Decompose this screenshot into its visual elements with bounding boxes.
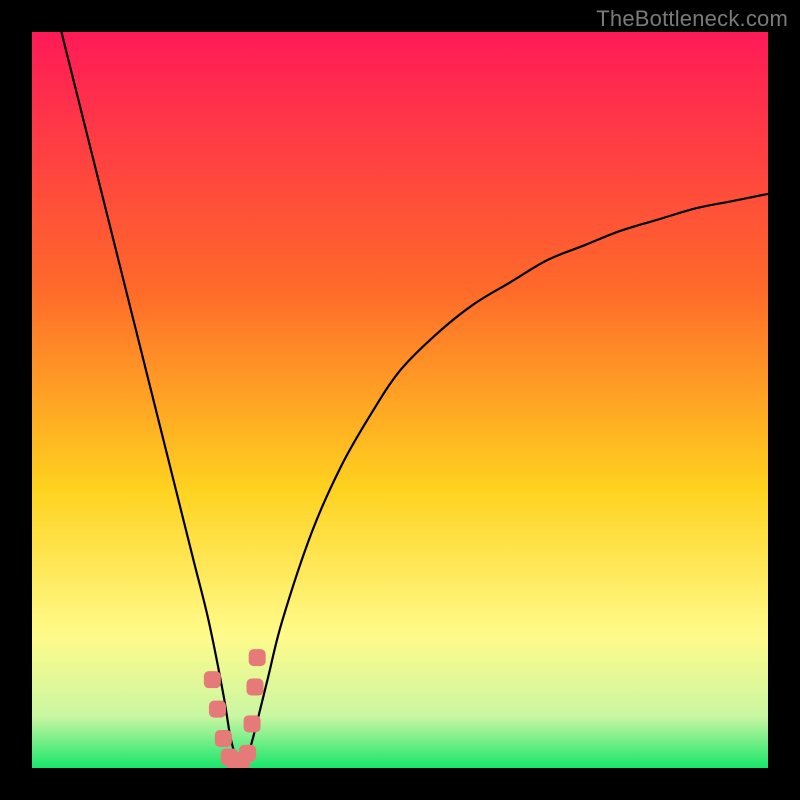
curve-marker xyxy=(215,730,232,747)
curve-marker xyxy=(249,649,266,666)
curve-marker xyxy=(209,701,226,718)
gradient-background xyxy=(32,32,768,768)
curve-marker xyxy=(204,671,221,688)
bottleneck-chart xyxy=(32,32,768,768)
chart-frame: TheBottleneck.com xyxy=(0,0,800,800)
curve-marker xyxy=(244,715,261,732)
curve-marker xyxy=(247,679,264,696)
plot-area xyxy=(32,32,768,768)
watermark-text: TheBottleneck.com xyxy=(596,6,788,32)
curve-marker xyxy=(239,745,256,762)
